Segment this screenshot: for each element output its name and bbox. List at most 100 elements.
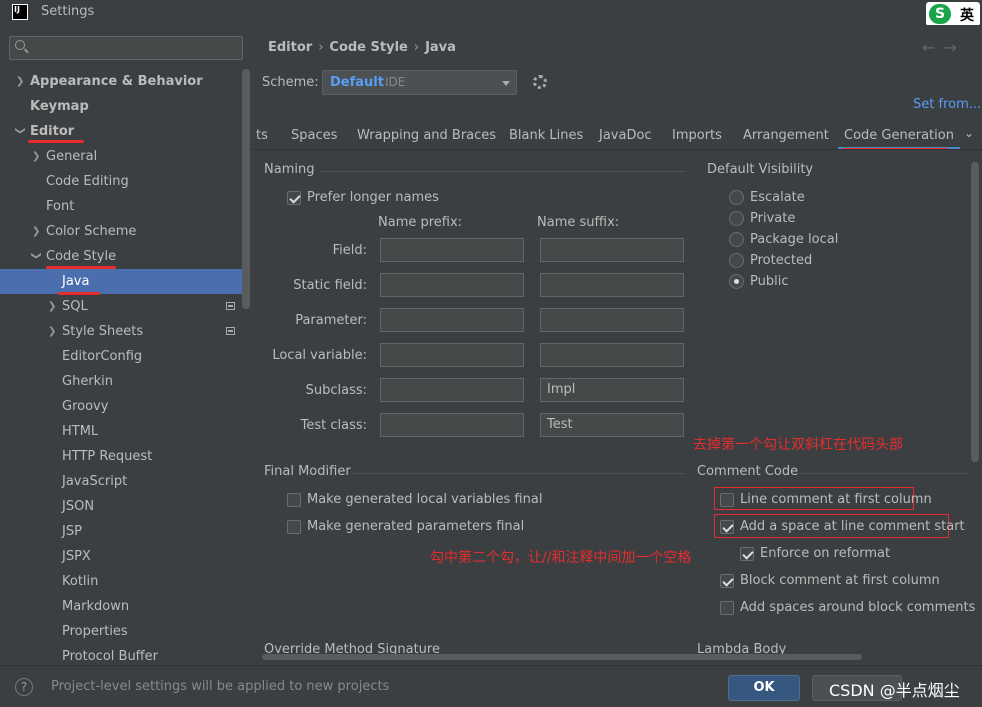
chevron-right-icon: ❯ — [32, 151, 41, 162]
sidebar-item-color-scheme[interactable]: ❯ Color Scheme — [0, 219, 252, 244]
chevron-down-icon: ❯ — [14, 126, 26, 135]
sidebar-item-sql[interactable]: ❯ SQL — [0, 294, 252, 319]
help-icon[interactable]: ? — [15, 678, 33, 696]
sidebar-item-json[interactable]: JSON — [0, 494, 252, 519]
project-scope-icon — [226, 302, 235, 310]
breadcrumb: Editor › Code Style › Java — [268, 40, 456, 55]
final-local-variables-checkbox[interactable] — [287, 493, 301, 507]
tab-javadoc[interactable]: JavaDoc — [599, 128, 652, 143]
sidebar-item-http-request[interactable]: HTTP Request — [0, 444, 252, 469]
tab-blank-lines[interactable]: Blank Lines — [509, 128, 583, 143]
visibility-package-local-radio[interactable] — [729, 232, 744, 247]
parameter-suffix-input[interactable] — [540, 308, 684, 332]
sidebar-item-label: Java — [62, 274, 90, 289]
ime-indicator[interactable]: S 英 — [926, 2, 980, 26]
visibility-public-radio[interactable] — [729, 274, 744, 289]
sidebar-item-jsp[interactable]: JSP — [0, 519, 252, 544]
sidebar-item-javascript[interactable]: JavaScript — [0, 469, 252, 494]
sidebar-item-label: Markdown — [62, 599, 130, 614]
test-class-suffix-input[interactable]: Test — [540, 413, 684, 437]
panel-vertical-scrollbar[interactable] — [971, 162, 979, 462]
back-arrow-icon[interactable]: ← — [922, 38, 943, 57]
field-prefix-input[interactable] — [380, 238, 524, 262]
sidebar-item-markdown[interactable]: Markdown — [0, 594, 252, 619]
annotation-underline-editor — [28, 140, 84, 143]
local-variable-suffix-input[interactable] — [540, 343, 684, 367]
spaces-around-block-comments-checkbox[interactable] — [720, 601, 734, 615]
final-parameters-label: Make generated parameters final — [307, 519, 525, 534]
sidebar-item-java[interactable]: Java — [0, 269, 250, 294]
sidebar-item-kotlin[interactable]: Kotlin — [0, 569, 252, 594]
ime-language: 英 — [960, 8, 974, 24]
sidebar-item-code-editing[interactable]: Code Editing — [0, 169, 252, 194]
sidebar-item-editorconfig[interactable]: EditorConfig — [0, 344, 252, 369]
static-field-prefix-input[interactable] — [380, 273, 524, 297]
history-nav: ←→ — [922, 38, 965, 57]
breadcrumb-code-style: Code Style — [329, 40, 408, 55]
chevron-down-icon: ❯ — [30, 251, 42, 260]
subclass-label: Subclass: — [305, 383, 367, 398]
tab-wrapping-and-braces[interactable]: Wrapping and Braces — [357, 128, 496, 143]
sidebar-item-label: SQL — [62, 299, 88, 314]
default-visibility-title: Default Visibility — [707, 162, 814, 177]
sidebar-item-jspx[interactable]: JSPX — [0, 544, 252, 569]
subclass-prefix-input[interactable] — [380, 378, 524, 402]
sidebar-item-font[interactable]: Font — [0, 194, 252, 219]
tab-code-generation[interactable]: Code Generation — [838, 128, 960, 150]
window-title: Settings — [41, 4, 95, 19]
scheme-dropdown[interactable]: Default IDE — [322, 70, 517, 95]
parameter-prefix-input[interactable] — [380, 308, 524, 332]
visibility-private-radio[interactable] — [729, 211, 744, 226]
tab-spaces[interactable]: Spaces — [291, 128, 337, 143]
sidebar-scrollbar[interactable] — [242, 69, 250, 309]
enforce-on-reformat-checkbox[interactable] — [740, 547, 754, 561]
sidebar-item-keymap[interactable]: Keymap — [0, 94, 252, 119]
test-class-prefix-input[interactable] — [380, 413, 524, 437]
block-comment-first-column-checkbox[interactable] — [720, 574, 734, 588]
gear-icon[interactable] — [533, 75, 547, 89]
sidebar-item-label: Color Scheme — [46, 224, 137, 239]
final-parameters-checkbox[interactable] — [287, 520, 301, 534]
forward-arrow-icon[interactable]: → — [943, 38, 964, 57]
settings-search-input[interactable] — [9, 36, 243, 60]
comment-code-title: Comment Code — [697, 464, 799, 479]
line-comment-first-column-label: Line comment at first column — [740, 492, 932, 507]
sidebar-item-style-sheets[interactable]: ❯ Style Sheets — [0, 319, 252, 344]
breadcrumb-editor: Editor — [268, 40, 313, 55]
tab-arrangement[interactable]: Arrangement — [743, 128, 829, 143]
sidebar-item-code-style[interactable]: ❯ Code Style — [0, 244, 252, 269]
annotation-underline-code-style — [46, 266, 116, 269]
sidebar-item-groovy[interactable]: Groovy — [0, 394, 252, 419]
subclass-suffix-input[interactable]: Impl — [540, 378, 684, 402]
sidebar-item-properties[interactable]: Properties — [0, 619, 252, 644]
visibility-protected-radio[interactable] — [729, 253, 744, 268]
search-icon — [15, 40, 25, 50]
ok-button[interactable]: OK — [728, 675, 800, 701]
set-from-link[interactable]: Set from... — [913, 97, 981, 112]
title-bar: IJ Settings S 英 — [0, 0, 982, 26]
annotation-note-first: 去掉第一个勾让双斜杠在代码头部 — [693, 437, 903, 453]
prefer-longer-names-checkbox[interactable] — [287, 191, 301, 205]
field-suffix-input[interactable] — [540, 238, 684, 262]
tab-truncated[interactable]: ts — [256, 128, 268, 143]
tab-imports[interactable]: Imports — [672, 128, 722, 143]
chevron-down-icon[interactable]: ⌄ — [964, 126, 974, 140]
sidebar-item-appearance[interactable]: ❯ Appearance & Behavior — [0, 69, 252, 94]
sidebar-item-gherkin[interactable]: Gherkin — [0, 369, 252, 394]
sidebar-item-label: JavaScript — [62, 474, 128, 489]
sidebar-item-general[interactable]: ❯ General — [0, 144, 252, 169]
breadcrumb-java: Java — [425, 40, 456, 55]
panel-horizontal-scrollbar[interactable] — [262, 654, 862, 660]
prefer-longer-names-label: Prefer longer names — [307, 190, 439, 205]
space-at-line-comment-start-checkbox[interactable] — [720, 520, 734, 534]
local-variable-prefix-input[interactable] — [380, 343, 524, 367]
sidebar-item-label: JSP — [62, 524, 82, 539]
sidebar-item-html[interactable]: HTML — [0, 419, 252, 444]
sidebar-item-label: Kotlin — [62, 574, 99, 589]
visibility-escalate-radio[interactable] — [729, 190, 744, 205]
static-field-suffix-input[interactable] — [540, 273, 684, 297]
line-comment-first-column-checkbox[interactable] — [720, 493, 734, 507]
scheme-label: Scheme: — [262, 75, 319, 90]
static-field-label: Static field: — [293, 278, 367, 293]
sidebar-item-label: Properties — [62, 624, 128, 639]
